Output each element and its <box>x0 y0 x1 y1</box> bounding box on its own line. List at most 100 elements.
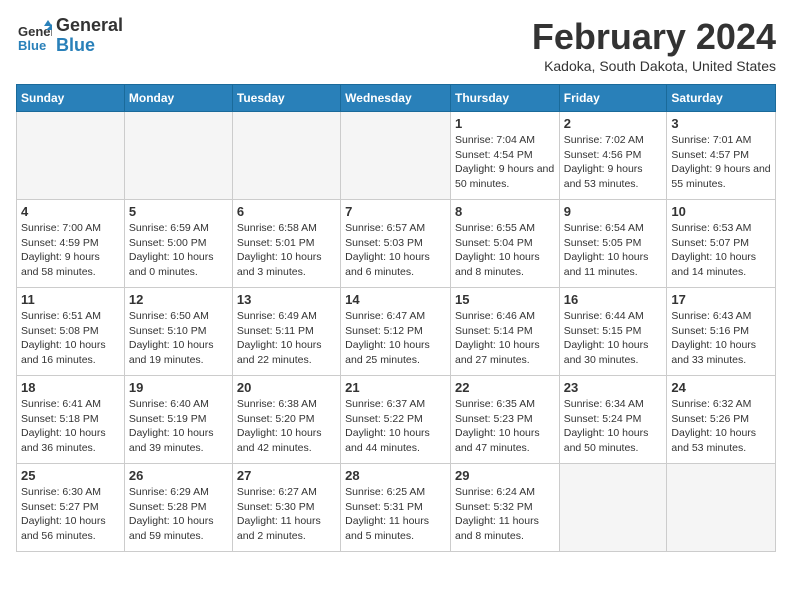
day-cell: 13Sunrise: 6:49 AMSunset: 5:11 PMDayligh… <box>232 288 340 376</box>
day-number: 4 <box>21 204 120 219</box>
day-cell: 2Sunrise: 7:02 AMSunset: 4:56 PMDaylight… <box>559 112 667 200</box>
week-row-3: 11 Sunrise: 6:51 AMSunset: 5:08 PMDayligh… <box>17 288 776 376</box>
day-number: 22 <box>455 380 555 395</box>
day-number: 8 <box>455 204 555 219</box>
day-cell <box>341 112 451 200</box>
day-cell: 20 Sunrise: 6:38 AMSunset: 5:20 PMDayligh… <box>232 376 340 464</box>
day-number: 3 <box>671 116 771 131</box>
day-info: Sunrise: 7:04 AMSunset: 4:54 PMDaylight:… <box>455 133 555 192</box>
day-number: 24 <box>671 380 771 395</box>
day-cell: 14 Sunrise: 6:47 AMSunset: 5:12 PMDayligh… <box>341 288 451 376</box>
day-cell: 4 Sunrise: 7:00 AMSunset: 4:59 PMDaylight… <box>17 200 125 288</box>
day-number: 17 <box>671 292 771 307</box>
day-number: 19 <box>129 380 228 395</box>
day-info: Sunrise: 6:25 AMSunset: 5:31 PMDaylight:… <box>345 485 446 544</box>
day-cell <box>17 112 125 200</box>
day-info: Sunrise: 6:43 AMSunset: 5:16 PMDaylight:… <box>671 309 771 368</box>
day-number: 1 <box>455 116 555 131</box>
day-cell <box>124 112 232 200</box>
day-cell: 27 Sunrise: 6:27 AMSunset: 5:30 PMDayligh… <box>232 464 340 552</box>
day-info: Sunrise: 6:50 AMSunset: 5:10 PMDaylight:… <box>129 309 228 368</box>
title-section: February 2024 Kadoka, South Dakota, Unit… <box>532 16 776 74</box>
logo: General Blue General Blue <box>16 16 123 56</box>
day-info: Sunrise: 6:38 AMSunset: 5:20 PMDaylight:… <box>237 397 336 456</box>
day-cell: 26 Sunrise: 6:29 AMSunset: 5:28 PMDayligh… <box>124 464 232 552</box>
day-cell: 9 Sunrise: 6:54 AMSunset: 5:05 PMDaylight… <box>559 200 667 288</box>
day-cell: 16Sunrise: 6:44 AMSunset: 5:15 PMDayligh… <box>559 288 667 376</box>
day-number: 28 <box>345 468 446 483</box>
day-info: Sunrise: 6:44 AMSunset: 5:15 PMDaylight:… <box>564 309 663 368</box>
day-cell: 10Sunrise: 6:53 AMSunset: 5:07 PMDayligh… <box>667 200 776 288</box>
day-number: 25 <box>21 468 120 483</box>
month-year-title: February 2024 <box>532 16 776 58</box>
calendar-table: SundayMondayTuesdayWednesdayThursdayFrid… <box>16 84 776 552</box>
day-number: 27 <box>237 468 336 483</box>
day-number: 14 <box>345 292 446 307</box>
day-info: Sunrise: 6:34 AMSunset: 5:24 PMDaylight:… <box>564 397 663 456</box>
day-number: 12 <box>129 292 228 307</box>
day-info: Sunrise: 6:54 AMSunset: 5:05 PMDaylight:… <box>564 221 663 280</box>
day-cell: 17 Sunrise: 6:43 AMSunset: 5:16 PMDayligh… <box>667 288 776 376</box>
day-number: 6 <box>237 204 336 219</box>
weekday-header-wednesday: Wednesday <box>341 85 451 112</box>
day-info: Sunrise: 6:41 AMSunset: 5:18 PMDaylight:… <box>21 397 120 456</box>
week-row-1: 1 Sunrise: 7:04 AMSunset: 4:54 PMDaylight… <box>17 112 776 200</box>
week-row-2: 4 Sunrise: 7:00 AMSunset: 4:59 PMDaylight… <box>17 200 776 288</box>
day-number: 7 <box>345 204 446 219</box>
day-cell <box>667 464 776 552</box>
day-cell: 1 Sunrise: 7:04 AMSunset: 4:54 PMDaylight… <box>450 112 559 200</box>
day-cell <box>232 112 340 200</box>
day-info: Sunrise: 6:24 AMSunset: 5:32 PMDaylight:… <box>455 485 555 544</box>
day-cell: 5Sunrise: 6:59 AMSunset: 5:00 PMDaylight… <box>124 200 232 288</box>
day-cell: 29 Sunrise: 6:24 AMSunset: 5:32 PMDayligh… <box>450 464 559 552</box>
page-header: General Blue General Blue February 2024 … <box>16 16 776 74</box>
day-info: Sunrise: 6:46 AMSunset: 5:14 PMDaylight:… <box>455 309 555 368</box>
day-number: 26 <box>129 468 228 483</box>
day-cell: 21Sunrise: 6:37 AMSunset: 5:22 PMDayligh… <box>341 376 451 464</box>
weekday-header-row: SundayMondayTuesdayWednesdayThursdayFrid… <box>17 85 776 112</box>
day-cell: 23 Sunrise: 6:34 AMSunset: 5:24 PMDayligh… <box>559 376 667 464</box>
day-cell: 8Sunrise: 6:55 AMSunset: 5:04 PMDaylight… <box>450 200 559 288</box>
day-number: 11 <box>21 292 120 307</box>
logo-text: General Blue <box>56 16 123 56</box>
day-number: 23 <box>564 380 663 395</box>
day-number: 2 <box>564 116 663 131</box>
day-number: 29 <box>455 468 555 483</box>
day-cell: 18 Sunrise: 6:41 AMSunset: 5:18 PMDayligh… <box>17 376 125 464</box>
day-info: Sunrise: 6:37 AMSunset: 5:22 PMDaylight:… <box>345 397 446 456</box>
svg-text:General: General <box>18 24 52 39</box>
day-info: Sunrise: 7:01 AMSunset: 4:57 PMDaylight:… <box>671 133 771 192</box>
day-info: Sunrise: 6:40 AMSunset: 5:19 PMDaylight:… <box>129 397 228 456</box>
day-info: Sunrise: 7:00 AMSunset: 4:59 PMDaylight:… <box>21 221 120 280</box>
day-info: Sunrise: 6:51 AMSunset: 5:08 PMDaylight:… <box>21 309 120 368</box>
day-number: 20 <box>237 380 336 395</box>
day-info: Sunrise: 6:27 AMSunset: 5:30 PMDaylight:… <box>237 485 336 544</box>
day-info: Sunrise: 6:32 AMSunset: 5:26 PMDaylight:… <box>671 397 771 456</box>
weekday-header-monday: Monday <box>124 85 232 112</box>
weekday-header-sunday: Sunday <box>17 85 125 112</box>
day-cell: 6Sunrise: 6:58 AMSunset: 5:01 PMDaylight… <box>232 200 340 288</box>
weekday-header-thursday: Thursday <box>450 85 559 112</box>
day-info: Sunrise: 6:47 AMSunset: 5:12 PMDaylight:… <box>345 309 446 368</box>
day-number: 18 <box>21 380 120 395</box>
week-row-4: 18 Sunrise: 6:41 AMSunset: 5:18 PMDayligh… <box>17 376 776 464</box>
weekday-header-saturday: Saturday <box>667 85 776 112</box>
day-number: 15 <box>455 292 555 307</box>
day-cell: 3 Sunrise: 7:01 AMSunset: 4:57 PMDaylight… <box>667 112 776 200</box>
weekday-header-friday: Friday <box>559 85 667 112</box>
day-number: 13 <box>237 292 336 307</box>
day-cell: 22Sunrise: 6:35 AMSunset: 5:23 PMDayligh… <box>450 376 559 464</box>
day-cell: 11 Sunrise: 6:51 AMSunset: 5:08 PMDayligh… <box>17 288 125 376</box>
weekday-header-tuesday: Tuesday <box>232 85 340 112</box>
day-cell: 12 Sunrise: 6:50 AMSunset: 5:10 PMDayligh… <box>124 288 232 376</box>
day-number: 9 <box>564 204 663 219</box>
day-info: Sunrise: 6:29 AMSunset: 5:28 PMDaylight:… <box>129 485 228 544</box>
svg-text:Blue: Blue <box>18 38 46 53</box>
day-info: Sunrise: 6:57 AMSunset: 5:03 PMDaylight:… <box>345 221 446 280</box>
day-cell: 15 Sunrise: 6:46 AMSunset: 5:14 PMDayligh… <box>450 288 559 376</box>
day-info: Sunrise: 6:59 AMSunset: 5:00 PMDaylight:… <box>129 221 228 280</box>
day-cell: 28 Sunrise: 6:25 AMSunset: 5:31 PMDayligh… <box>341 464 451 552</box>
week-row-5: 25Sunrise: 6:30 AMSunset: 5:27 PMDayligh… <box>17 464 776 552</box>
day-cell: 25Sunrise: 6:30 AMSunset: 5:27 PMDayligh… <box>17 464 125 552</box>
day-cell: 7 Sunrise: 6:57 AMSunset: 5:03 PMDaylight… <box>341 200 451 288</box>
